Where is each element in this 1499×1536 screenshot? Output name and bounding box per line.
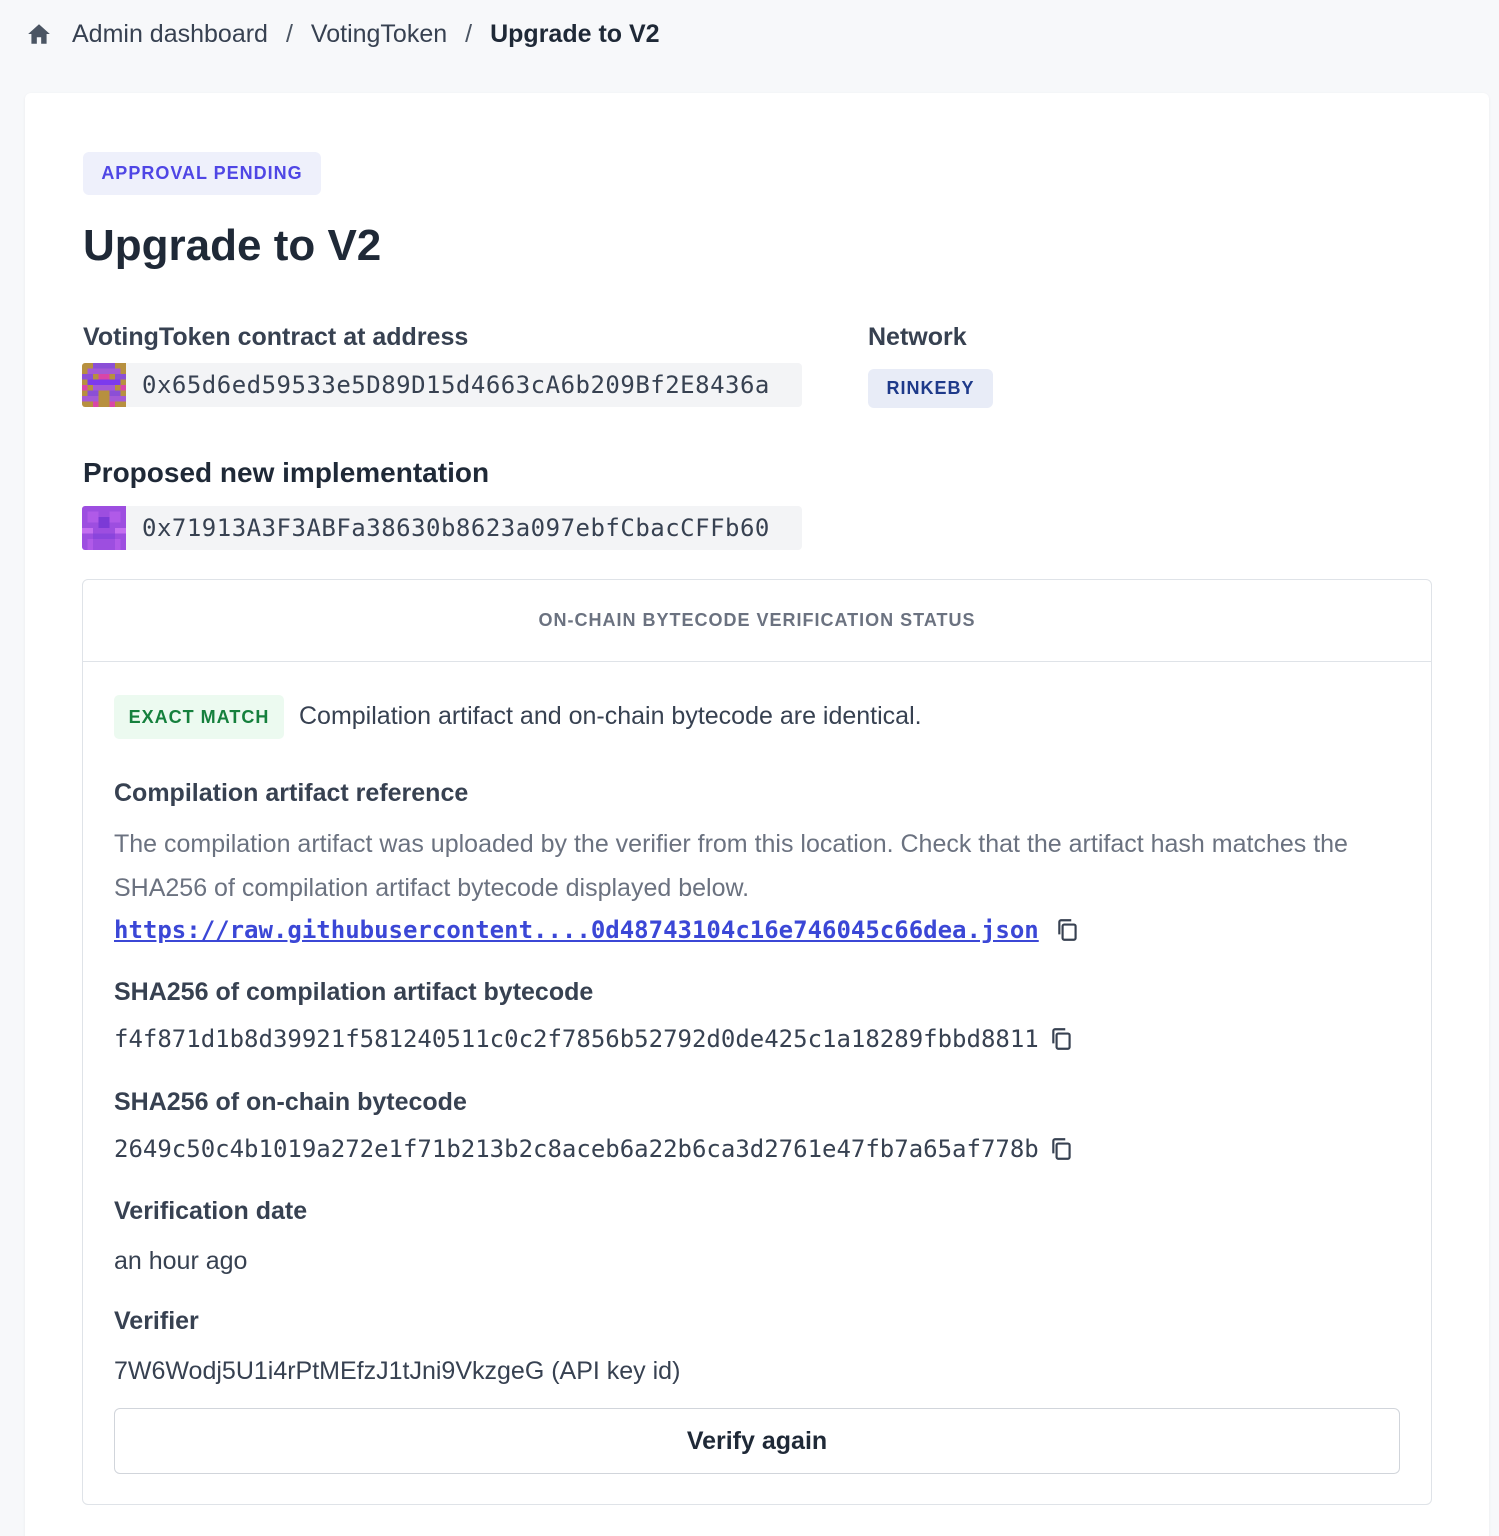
implementation-address-box[interactable]: 0x71913A3F3ABFa38630b8623a097ebfCbacCFFb… bbox=[82, 506, 802, 550]
artifact-sha-row: f4f871d1b8d39921f581240511c0c2f7856b5279… bbox=[114, 1025, 1075, 1053]
verification-panel-header: ON-CHAIN BYTECODE VERIFICATION STATUS bbox=[83, 580, 1431, 662]
contract-identicon bbox=[82, 363, 126, 407]
network-label: Network bbox=[868, 323, 967, 351]
implementation-address[interactable]: 0x71913A3F3ABFa38630b8623a097ebfCbacCFFb… bbox=[126, 514, 770, 542]
verification-panel: ON-CHAIN BYTECODE VERIFICATION STATUS EX… bbox=[82, 579, 1432, 1505]
verification-date-value: an hour ago bbox=[114, 1247, 248, 1275]
breadcrumb-current: Upgrade to V2 bbox=[490, 19, 660, 48]
verify-again-button[interactable]: Verify again bbox=[114, 1408, 1400, 1474]
status-badge: APPROVAL PENDING bbox=[83, 152, 321, 195]
artifact-sha-label: SHA256 of compilation artifact bytecode bbox=[114, 978, 594, 1006]
breadcrumb: Admin dashboard / VotingToken / Upgrade … bbox=[26, 16, 660, 52]
contract-address-box[interactable]: 0x65d6ed59533e5D89D15d4663cA6b209Bf2E843… bbox=[82, 363, 802, 407]
onchain-sha-label: SHA256 of on-chain bytecode bbox=[114, 1088, 467, 1116]
breadcrumb-separator: / bbox=[465, 19, 473, 48]
copy-icon[interactable] bbox=[1049, 1026, 1075, 1052]
artifact-reference-description: The compilation artifact was uploaded by… bbox=[114, 830, 1348, 902]
match-description: Compilation artifact and on-chain byteco… bbox=[299, 702, 922, 730]
network-badge: RINKEBY bbox=[868, 369, 993, 408]
implementation-identicon bbox=[82, 506, 126, 550]
contract-address[interactable]: 0x65d6ed59533e5D89D15d4663cA6b209Bf2E843… bbox=[126, 371, 770, 399]
artifact-url-row: https://raw.githubusercontent....0d48743… bbox=[114, 916, 1081, 944]
verifier-value: 7W6Wodj5U1i4rPtMEfzJ1tJni9VkzgeG (API ke… bbox=[114, 1357, 681, 1385]
breadcrumb-separator: / bbox=[285, 19, 293, 48]
copy-icon[interactable] bbox=[1055, 917, 1081, 943]
home-icon[interactable] bbox=[26, 21, 52, 47]
artifact-url-link[interactable]: https://raw.githubusercontent....0d48743… bbox=[114, 916, 1039, 944]
artifact-sha-value: f4f871d1b8d39921f581240511c0c2f7856b5279… bbox=[114, 1025, 1039, 1053]
page-title: Upgrade to V2 bbox=[83, 221, 382, 270]
artifact-reference-label: Compilation artifact reference bbox=[114, 779, 469, 807]
onchain-sha-row: 2649c50c4b1019a272e1f71b213b2c8aceb6a22b… bbox=[114, 1135, 1075, 1163]
breadcrumb-votingtoken[interactable]: VotingToken bbox=[311, 20, 447, 49]
proposal-card: APPROVAL PENDING Upgrade to V2 VotingTok… bbox=[25, 93, 1489, 1536]
verification-date-label: Verification date bbox=[114, 1197, 308, 1225]
verifier-label: Verifier bbox=[114, 1307, 199, 1335]
implementation-label: Proposed new implementation bbox=[83, 457, 490, 488]
onchain-sha-value: 2649c50c4b1019a272e1f71b213b2c8aceb6a22b… bbox=[114, 1135, 1039, 1163]
match-status-badge: EXACT MATCH bbox=[114, 695, 284, 739]
copy-icon[interactable] bbox=[1049, 1136, 1075, 1162]
breadcrumb-admin-dashboard[interactable]: Admin dashboard bbox=[72, 20, 268, 49]
contract-address-label: VotingToken contract at address bbox=[83, 323, 469, 351]
